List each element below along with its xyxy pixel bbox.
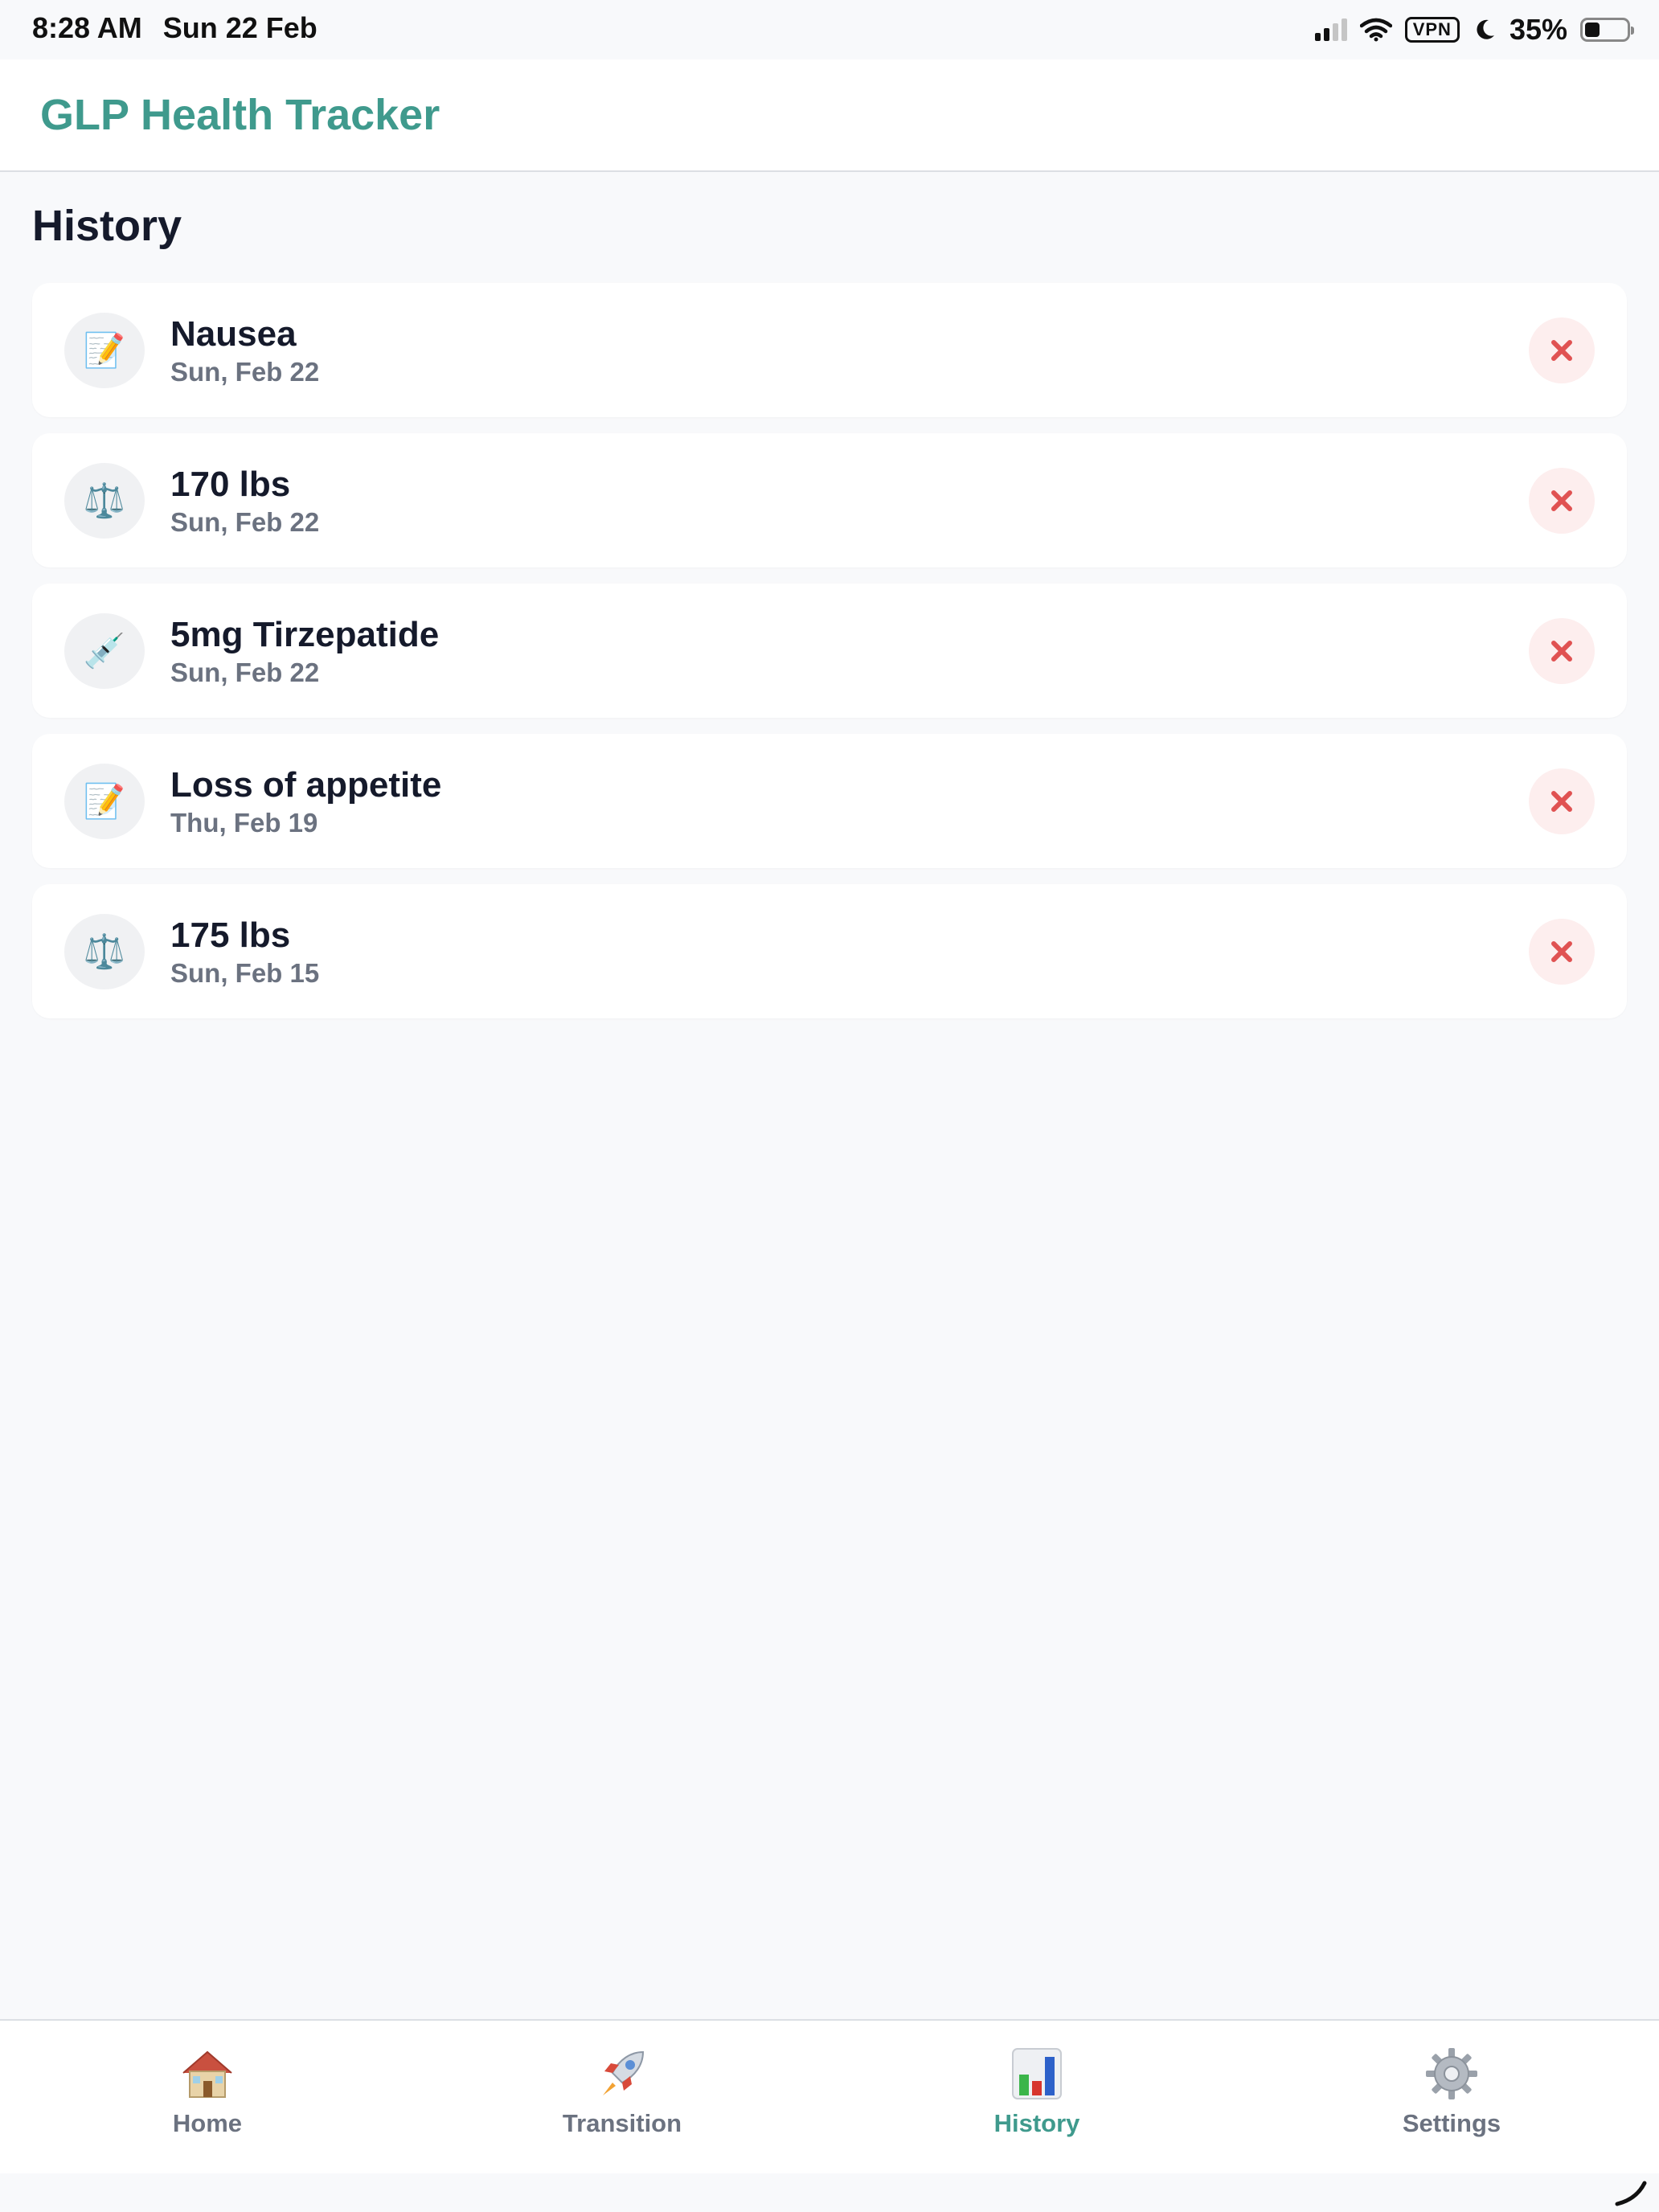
history-list: 📝 Nausea Sun, Feb 22 ⚖️ 170 lbs Sun, Feb…: [32, 283, 1627, 1018]
entry-title: 170 lbs: [170, 465, 291, 504]
close-icon: [1551, 340, 1572, 361]
page-title: History: [32, 202, 182, 250]
scale-icon: ⚖️: [64, 463, 145, 539]
battery-icon: [1580, 18, 1634, 42]
status-time-date: 8:28 AM Sun 22 Feb: [32, 11, 317, 45]
moon-icon: [1477, 19, 1494, 39]
entry-text: 175 lbs Sun, Feb 15: [170, 915, 319, 990]
entry-text: 170 lbs Sun, Feb 22: [170, 464, 319, 539]
history-entry: 📝 Loss of appetite Thu, Feb 19: [32, 734, 1627, 868]
entry-title: Loss of appetite: [170, 765, 442, 805]
entry-text: Nausea Sun, Feb 22: [170, 313, 319, 389]
tab-label: History: [993, 2109, 1080, 2137]
delete-entry-button[interactable]: [1529, 768, 1595, 834]
history-entry: ⚖️ 170 lbs Sun, Feb 22: [32, 433, 1627, 567]
memo-icon: 📝: [64, 764, 145, 839]
status-indicators: VPN 35%: [1314, 10, 1634, 50]
tab-label: Settings: [1402, 2109, 1501, 2137]
scroll-corner-icon: [1615, 2181, 1647, 2206]
vpn-badge: VPN: [1404, 17, 1460, 43]
tab-home[interactable]: Home: [0, 2021, 415, 2173]
status-bar: 8:28 AM Sun 22 Feb VPN 35%: [0, 0, 1659, 59]
entry-title: 175 lbs: [170, 916, 291, 955]
delete-entry-button[interactable]: [1529, 919, 1595, 985]
status-time: 8:28 AM: [32, 11, 142, 44]
bottom-tab-bar: Home Transition History Settings: [0, 2019, 1659, 2173]
house-icon: [178, 2045, 236, 2103]
entry-date: Sun, Feb 22: [170, 357, 320, 387]
close-icon: [1551, 641, 1572, 662]
status-date: Sun 22 Feb: [162, 11, 317, 44]
rocket-icon: [593, 2045, 651, 2103]
history-entry: 📝 Nausea Sun, Feb 22: [32, 283, 1627, 417]
delete-entry-button[interactable]: [1529, 468, 1595, 534]
entry-date: Sun, Feb 22: [170, 657, 320, 687]
tab-label: Home: [172, 2109, 243, 2137]
history-entry: 💉 5mg Tirzepatide Sun, Feb 22: [32, 584, 1627, 718]
entry-date: Sun, Feb 15: [170, 958, 320, 988]
app-title: GLP Health Tracker: [40, 91, 440, 139]
history-entry: ⚖️ 175 lbs Sun, Feb 15: [32, 884, 1627, 1018]
tab-transition[interactable]: Transition: [415, 2021, 830, 2173]
bar-chart-icon: [1008, 2045, 1066, 2103]
entry-title: 5mg Tirzepatide: [170, 615, 440, 654]
battery-level: [1585, 23, 1600, 37]
tab-label: Transition: [562, 2109, 682, 2137]
delete-entry-button[interactable]: [1529, 317, 1595, 383]
home-indicator-area: [0, 2173, 1659, 2212]
tab-settings[interactable]: Settings: [1244, 2021, 1659, 2173]
entry-text: Loss of appetite Thu, Feb 19: [170, 764, 441, 840]
tab-history[interactable]: History: [830, 2021, 1244, 2173]
close-icon: [1551, 941, 1572, 962]
entry-date: Sun, Feb 22: [170, 507, 320, 537]
app-header: GLP Health Tracker: [0, 59, 1659, 172]
entry-date: Thu, Feb 19: [170, 808, 318, 838]
entry-title: Nausea: [170, 314, 297, 354]
memo-icon: 📝: [64, 313, 145, 388]
close-icon: [1551, 791, 1572, 812]
close-icon: [1551, 490, 1572, 511]
cellular-signal-icon: [1314, 18, 1347, 41]
battery-percent: 35%: [1509, 13, 1567, 46]
entry-text: 5mg Tirzepatide Sun, Feb 22: [170, 614, 439, 690]
syringe-icon: 💉: [64, 613, 145, 689]
gear-icon: [1423, 2045, 1481, 2103]
scale-icon: ⚖️: [64, 914, 145, 989]
wifi-icon: [1359, 18, 1392, 42]
delete-entry-button[interactable]: [1529, 618, 1595, 684]
